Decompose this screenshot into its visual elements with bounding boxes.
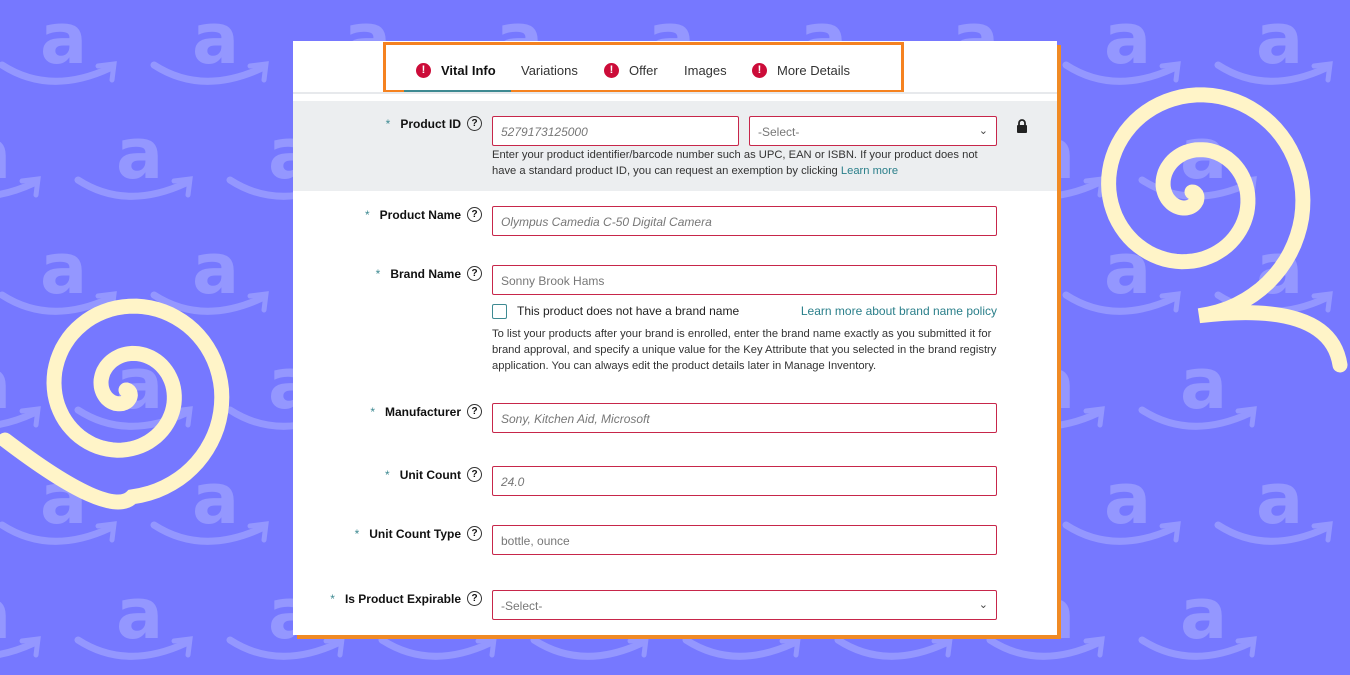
help-icon[interactable]: ?: [467, 467, 482, 482]
amazon-logo-icon: a: [1214, 0, 1333, 85]
no-brand-checkbox-label[interactable]: This product does not have a brand name: [517, 304, 739, 318]
tab-variations[interactable]: Variations: [521, 60, 578, 80]
svg-text:a: a: [0, 343, 11, 425]
spiral-decoration: [0, 298, 230, 510]
divider: [293, 92, 1057, 94]
label-text: Product Name: [379, 207, 461, 222]
svg-text:a: a: [0, 113, 11, 195]
required-mark: *: [364, 207, 370, 222]
alert-icon: !: [416, 62, 431, 78]
tab-label: More Details: [777, 62, 850, 78]
required-mark: *: [375, 266, 381, 281]
product-name-label: * Product Name?: [365, 207, 482, 222]
tab-label: Vital Info: [441, 62, 496, 78]
svg-text:a: a: [1256, 458, 1303, 540]
required-mark: *: [354, 526, 360, 541]
label-text: Unit Count Type: [369, 526, 461, 541]
chevron-down-icon: ⌄: [978, 599, 988, 611]
svg-text:a: a: [1256, 0, 1303, 80]
required-mark: *: [385, 467, 390, 482]
svg-text:a: a: [192, 228, 239, 310]
help-icon[interactable]: ?: [467, 266, 482, 281]
label-text: Product ID: [400, 116, 461, 131]
tab-vital-info[interactable]: ! Vital Info: [416, 60, 496, 80]
manufacturer-label: * Manufacturer?: [370, 404, 482, 419]
product-id-help: Enter your product identifier/barcode nu…: [492, 147, 1002, 179]
learn-more-link[interactable]: Learn more: [841, 165, 898, 177]
amazon-logo-icon: a: [0, 343, 41, 428]
amazon-logo-icon: a: [0, 228, 117, 315]
tab-label: Variations: [521, 62, 578, 78]
unit-count-type-input[interactable]: bottle, ounce: [492, 525, 997, 555]
amazon-logo-icon: a: [74, 113, 193, 200]
brand-name-label: * Brand Name?: [376, 266, 482, 281]
svg-text:a: a: [0, 573, 11, 655]
lock-icon: [1017, 119, 1027, 133]
tab-more-details[interactable]: ! More Details: [752, 60, 850, 80]
brand-name-input[interactable]: Sonny Brook Hams: [492, 265, 997, 295]
help-icon[interactable]: ?: [467, 116, 482, 131]
help-icon[interactable]: ?: [467, 207, 482, 222]
alert-icon: !: [604, 62, 619, 78]
svg-text:a: a: [1180, 343, 1227, 425]
required-mark: *: [385, 116, 391, 131]
svg-text:a: a: [1180, 573, 1227, 655]
required-mark: *: [370, 404, 375, 419]
tab-label: Images: [684, 62, 727, 78]
svg-text:a: a: [1104, 0, 1151, 80]
unit-count-type-label: * Unit Count Type?: [355, 526, 482, 541]
amazon-logo-icon: a: [1138, 343, 1257, 430]
product-name-input[interactable]: Olympus Camedia C-50 Digital Camera: [492, 206, 997, 236]
tab-images[interactable]: Images: [684, 60, 727, 80]
unit-count-label: * Unit Count?: [385, 467, 482, 482]
amazon-logo-icon: a: [0, 573, 41, 658]
product-id-label: * Product ID?: [386, 116, 482, 131]
tab-offer[interactable]: ! Offer: [604, 60, 658, 80]
manufacturer-input[interactable]: Sony, Kitchen Aid, Microsoft: [492, 403, 997, 433]
help-text: Enter your product identifier/barcode nu…: [492, 149, 978, 177]
svg-text:a: a: [116, 573, 163, 655]
svg-text:a: a: [116, 113, 163, 195]
brand-policy-link[interactable]: Learn more about brand name policy: [801, 304, 997, 318]
product-form-card: ! Vital Info Variations ! Offer Images ! Mo…: [293, 41, 1057, 635]
amazon-logo-icon: a: [0, 113, 41, 198]
label-text: Unit Count: [399, 467, 461, 482]
brand-name-help: To list your products after your brand i…: [492, 328, 997, 372]
select-value: -Select-: [501, 599, 543, 613]
amazon-logo-icon: a: [150, 228, 269, 315]
amazon-logo-icon: a: [1138, 573, 1257, 660]
label-text: Is Product Expirable: [344, 591, 461, 606]
is-product-expirable-label: * Is Product Expirable?: [330, 591, 482, 606]
select-value: -Select-: [758, 125, 800, 139]
tab-bar: ! Vital Info Variations ! Offer Images ! Mo…: [383, 42, 904, 93]
amazon-logo-icon: a: [1062, 0, 1181, 85]
label-text: Brand Name: [390, 266, 461, 281]
is-product-expirable-select[interactable]: -Select- ⌄: [492, 590, 997, 620]
svg-text:a: a: [40, 228, 87, 310]
amazon-logo-icon: a: [0, 0, 117, 85]
no-brand-checkbox[interactable]: [492, 304, 507, 319]
alert-icon: !: [752, 62, 767, 78]
label-text: Manufacturer: [384, 404, 461, 419]
amazon-logo-icon: a: [1214, 458, 1333, 545]
help-icon[interactable]: ?: [467, 526, 482, 541]
svg-text:a: a: [1104, 458, 1151, 540]
amazon-logo-icon: a: [150, 0, 269, 85]
chevron-down-icon: ⌄: [978, 125, 988, 137]
required-mark: *: [330, 591, 335, 606]
unit-count-input[interactable]: 24.0: [492, 466, 997, 496]
amazon-logo-icon: a: [150, 458, 269, 545]
svg-text:a: a: [40, 0, 87, 80]
product-id-input[interactable]: 5279173125000: [492, 116, 739, 146]
tab-label: Offer: [629, 62, 658, 78]
svg-text:a: a: [192, 0, 239, 80]
product-id-type-select[interactable]: -Select- ⌄: [749, 116, 997, 146]
help-icon[interactable]: ?: [467, 591, 482, 606]
amazon-logo-icon: a: [1062, 228, 1181, 315]
help-icon[interactable]: ?: [467, 404, 482, 419]
amazon-logo-icon: a: [1062, 458, 1181, 545]
amazon-logo-icon: a: [74, 573, 193, 660]
